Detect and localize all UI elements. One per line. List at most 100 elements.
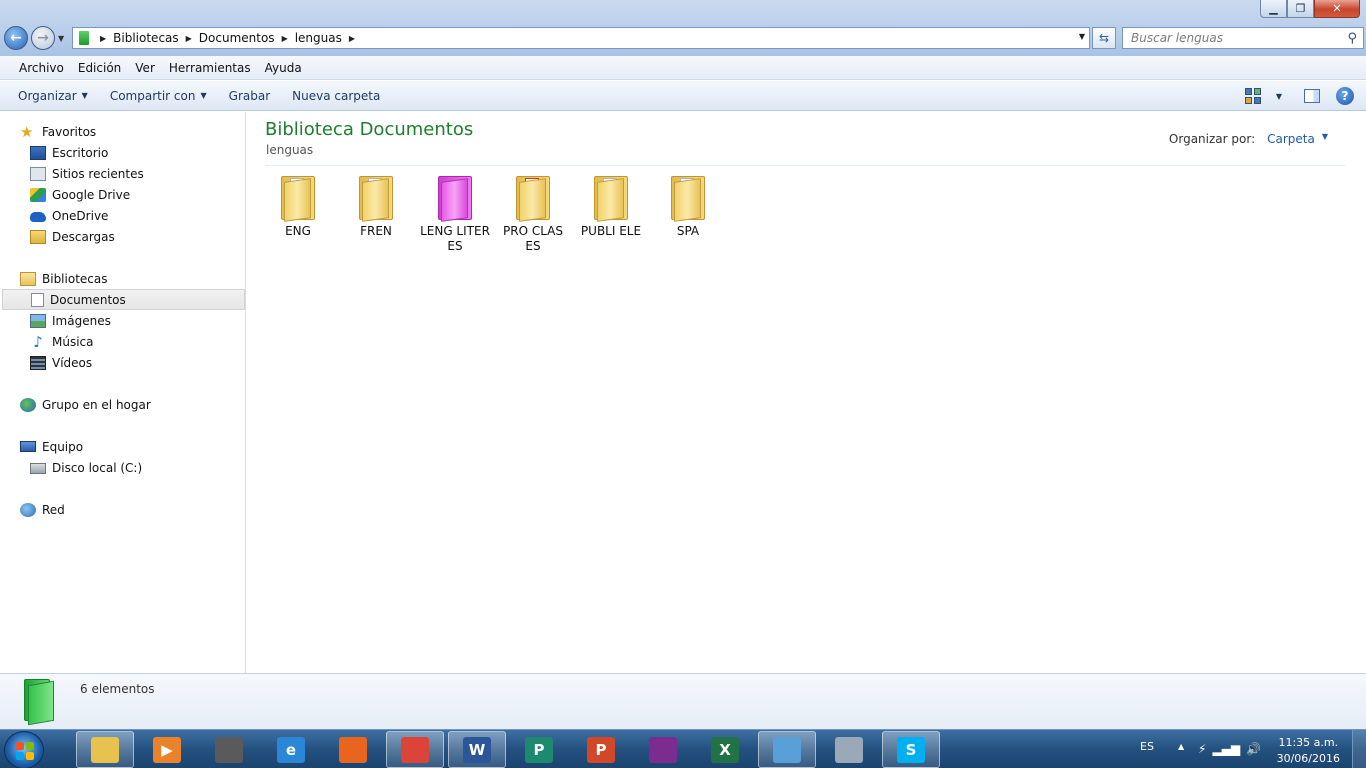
breadcrumb-chevron-icon[interactable]: ▶	[349, 34, 355, 43]
item-count: 6 elementos	[80, 682, 155, 696]
power-icon[interactable]: ⚡	[1198, 742, 1206, 756]
search-box[interactable]: ⚲	[1122, 27, 1364, 49]
nav-favorites-label: Favoritos	[42, 124, 97, 139]
folder-item[interactable]: SPA	[653, 174, 723, 239]
library-subtitle: lenguas	[266, 143, 314, 157]
signal-icon[interactable]: ▂▄▆	[1212, 742, 1240, 756]
arrow-left-icon: ←	[10, 30, 22, 46]
winrar-icon	[649, 736, 677, 763]
folder-icon	[516, 174, 550, 222]
start-button[interactable]	[4, 731, 44, 768]
nav-item-label: Imágenes	[52, 313, 111, 328]
taskbar-app-explorer[interactable]	[76, 731, 134, 768]
new-folder-button[interactable]: Nueva carpeta	[284, 89, 388, 103]
taskbar-app-excel[interactable]: X	[696, 731, 754, 768]
nav-libraries[interactable]: Bibliotecas	[0, 268, 245, 289]
history-dropdown-icon[interactable]: ▼	[58, 34, 64, 43]
nav-item-local-disk[interactable]: Disco local (C:)	[0, 457, 245, 478]
nav-computer[interactable]: Equipo	[0, 436, 245, 457]
clock[interactable]: 11:35 a.m. 30/06/2016	[1277, 735, 1340, 767]
nav-item-videos[interactable]: Vídeos	[0, 352, 245, 373]
minimize-button[interactable]: ▁	[1260, 0, 1287, 18]
folder-name: PUBLI ELE	[580, 224, 642, 238]
nav-libraries-label: Bibliotecas	[42, 271, 108, 286]
nav-item-downloads[interactable]: Descargas	[0, 226, 245, 247]
taskbar-app-winrar[interactable]	[634, 731, 692, 768]
breadcrumb-lenguas[interactable]: lenguas	[295, 31, 342, 45]
folder-item[interactable]: ENG	[263, 174, 333, 239]
show-hidden-icons-icon[interactable]: ▲	[1178, 742, 1184, 751]
folder-icon	[281, 174, 315, 222]
taskbar-app-firefox[interactable]	[324, 731, 382, 768]
search-input[interactable]	[1123, 28, 1333, 48]
language-indicator[interactable]: ES	[1140, 740, 1154, 753]
speaker-icon[interactable]: 🔊	[1246, 742, 1261, 756]
address-bar[interactable]: ▶ Bibliotecas ▶ Documentos ▶ lenguas ▶ ▼	[72, 27, 1090, 49]
explorer-icon	[91, 736, 119, 763]
chevron-down-icon[interactable]: ▼	[1322, 132, 1328, 146]
view-options-chevron-icon[interactable]: ▼	[1276, 92, 1282, 101]
maximize-button[interactable]: ❐	[1287, 0, 1314, 18]
word-icon: W	[463, 736, 491, 763]
taskbar-app-internet-explorer[interactable]: e	[262, 731, 320, 768]
nav-item-music[interactable]: ♪ Música	[0, 331, 245, 352]
taskbar-app-media-player[interactable]: ▶	[138, 731, 196, 768]
breadcrumb-documentos[interactable]: Documentos	[199, 31, 275, 45]
calculator-icon	[835, 736, 863, 763]
breadcrumb-chevron-icon[interactable]: ▶	[100, 34, 106, 43]
nav-item-images[interactable]: Imágenes	[0, 310, 245, 331]
help-icon[interactable]: ?	[1336, 87, 1354, 105]
nav-item-desktop[interactable]: Escritorio	[0, 142, 245, 163]
nav-network[interactable]: Red	[0, 499, 245, 520]
nav-item-documents[interactable]: Documentos	[2, 289, 245, 310]
nav-item-recent-places[interactable]: Sitios recientes	[0, 163, 245, 184]
internet-explorer-icon: e	[277, 736, 305, 763]
breadcrumb-chevron-icon[interactable]: ▶	[282, 34, 288, 43]
close-button[interactable]: ✕	[1314, 0, 1360, 18]
nav-homegroup[interactable]: Grupo en el hogar	[0, 394, 245, 415]
taskbar-app-powerpoint[interactable]: P	[572, 731, 630, 768]
tray-icons: ⚡ ▂▄▆ 🔊	[1198, 742, 1261, 756]
forward-button[interactable]: →	[31, 26, 55, 50]
breadcrumb-chevron-icon[interactable]: ▶	[186, 34, 192, 43]
address-dropdown-icon[interactable]: ▼	[1079, 32, 1085, 41]
menu-edicion[interactable]: Edición	[71, 61, 128, 75]
music-note-icon: ♪	[33, 332, 43, 351]
arrange-by-dropdown[interactable]: Carpeta	[1267, 132, 1315, 146]
menu-ayuda[interactable]: Ayuda	[258, 61, 309, 75]
folder-icon	[438, 174, 472, 222]
menu-herramientas[interactable]: Herramientas	[162, 61, 258, 75]
search-icon[interactable]: ⚲	[1347, 31, 1357, 46]
breadcrumb-bibliotecas[interactable]: Bibliotecas	[113, 31, 178, 45]
nav-item-google-drive[interactable]: Google Drive	[0, 184, 245, 205]
taskbar-app-skype[interactable]: S	[882, 731, 940, 768]
taskbar-app-chrome[interactable]	[386, 731, 444, 768]
burn-button[interactable]: Grabar	[221, 89, 279, 103]
preview-pane-icon[interactable]	[1304, 89, 1320, 103]
menu-ver[interactable]: Ver	[128, 61, 162, 75]
share-with-button[interactable]: Compartir con ▼	[102, 89, 215, 103]
menu-archivo[interactable]: Archivo	[12, 61, 71, 75]
nav-item-label: Música	[52, 334, 94, 349]
nav-item-onedrive[interactable]: OneDrive	[0, 205, 245, 226]
taskbar-app-microphone[interactable]	[200, 731, 258, 768]
folder-item[interactable]: LENG LITER ES	[420, 174, 490, 254]
nav-item-label: Documentos	[50, 292, 126, 307]
folder-item[interactable]: FREN	[341, 174, 411, 239]
folder-icon	[359, 174, 393, 222]
taskbar-app-messenger[interactable]	[758, 731, 816, 768]
organize-button[interactable]: Organizar ▼	[10, 89, 96, 103]
change-view-icon[interactable]	[1244, 88, 1261, 104]
nav-favorites[interactable]: ★ Favoritos	[0, 121, 245, 142]
folder-item[interactable]: PUBLI ELE	[576, 174, 646, 239]
taskbar-app-word[interactable]: W	[448, 731, 506, 768]
back-button[interactable]: ←	[4, 26, 28, 50]
taskbar-app-publisher[interactable]: P	[510, 731, 568, 768]
arrow-right-icon: →	[37, 30, 49, 46]
taskbar-app-calculator[interactable]	[820, 731, 878, 768]
folder-item[interactable]: PRO CLAS ES	[498, 174, 568, 254]
navigation-pane: ★ Favoritos Escritorio Sitios recientes …	[0, 112, 246, 673]
media-player-icon: ▶	[153, 736, 181, 763]
refresh-button[interactable]: ⇆	[1092, 27, 1116, 49]
show-desktop-button[interactable]	[1352, 730, 1366, 768]
